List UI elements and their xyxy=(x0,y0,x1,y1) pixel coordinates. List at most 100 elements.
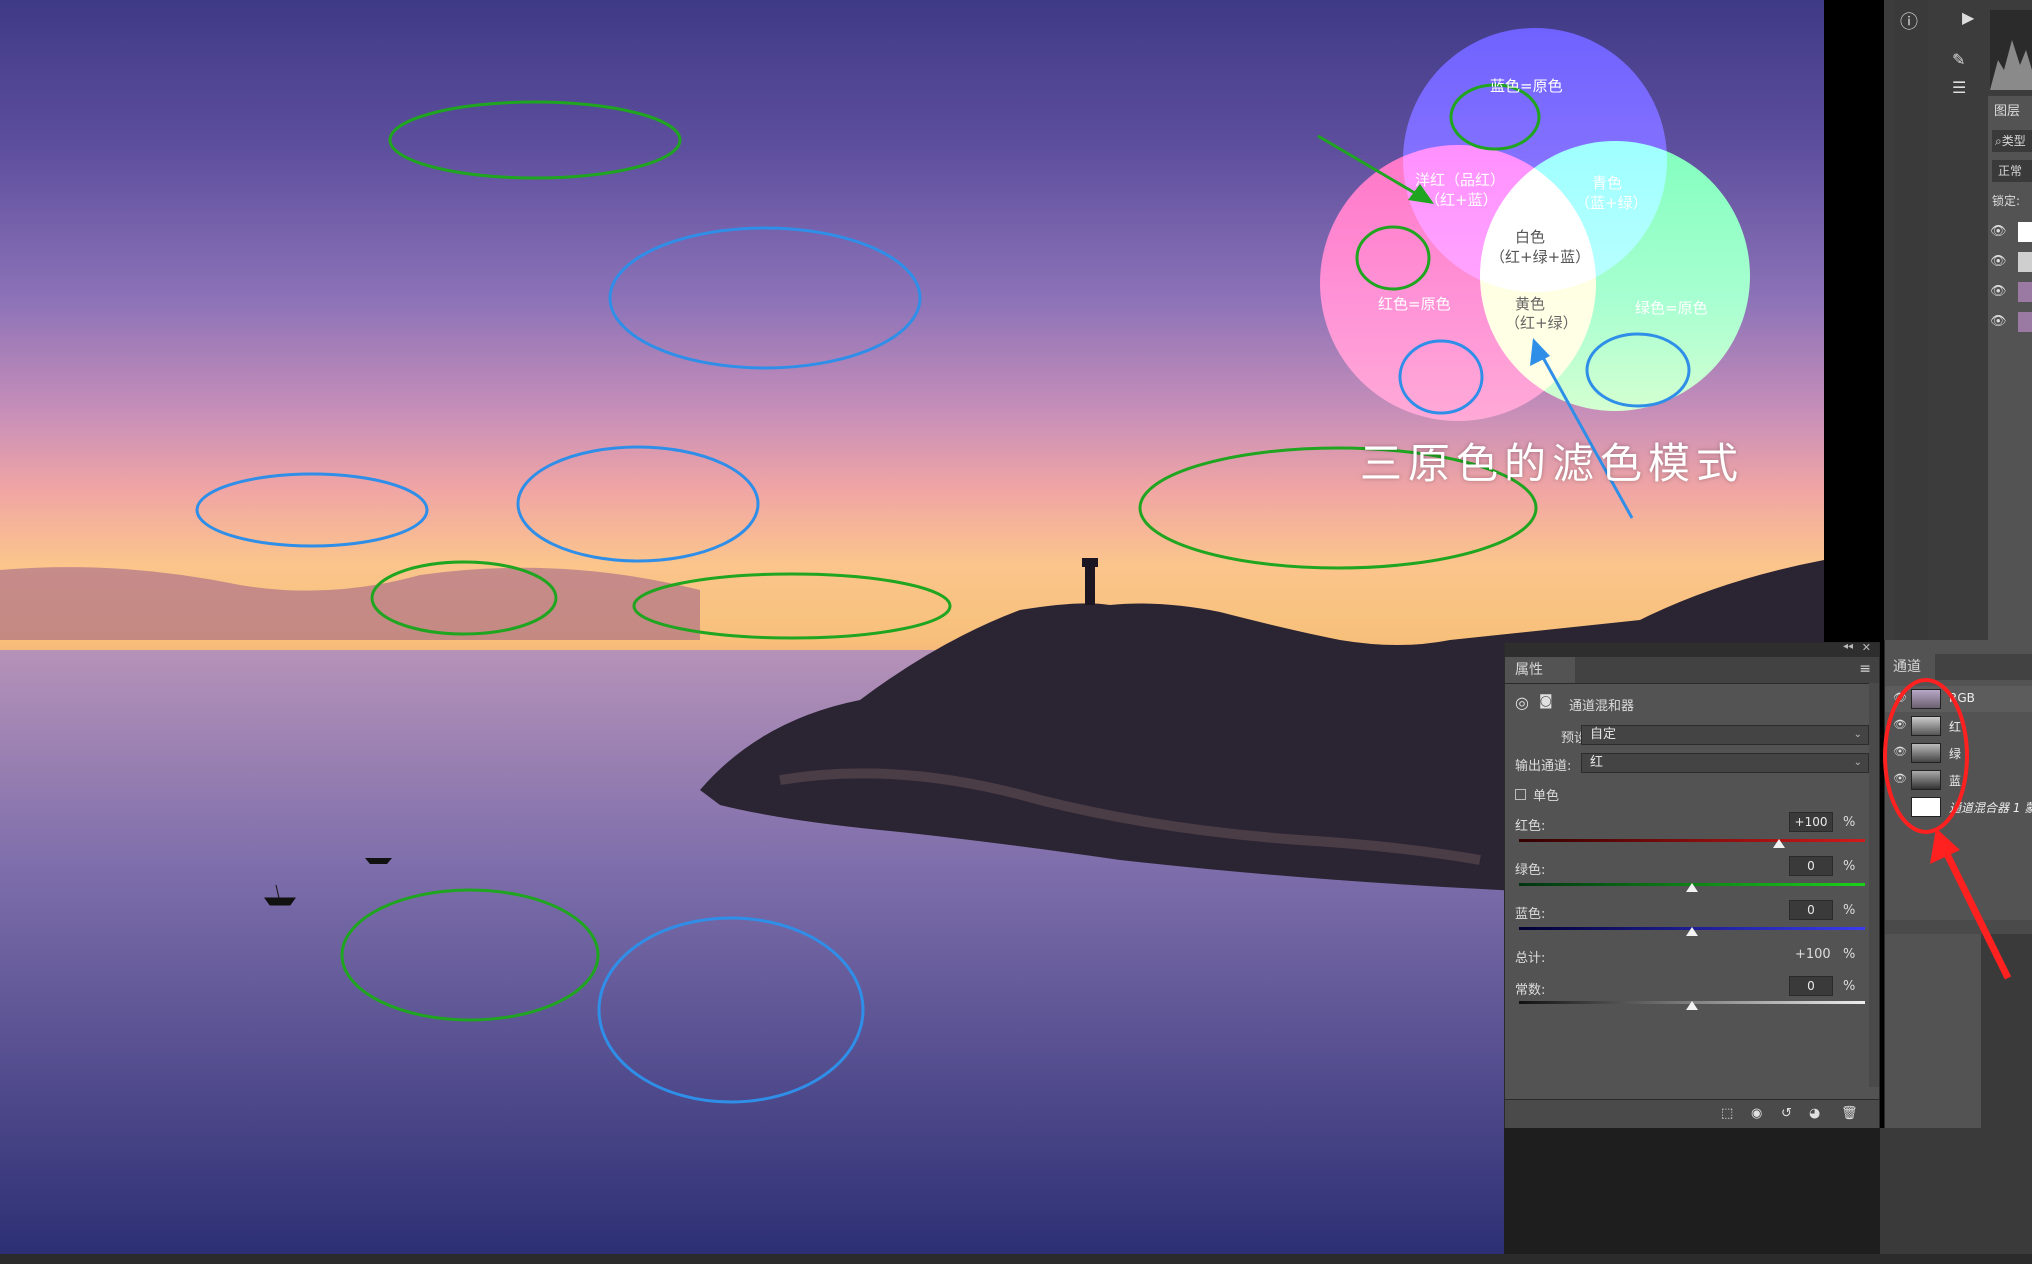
output-channel-label: 输出通道: xyxy=(1515,759,1572,774)
label-white: 白色 xyxy=(1515,228,1545,246)
label-magenta-mix: （红+蓝） xyxy=(1425,191,1498,209)
green-slider-thumb[interactable] xyxy=(1686,883,1698,892)
status-bar xyxy=(0,1254,2032,1264)
eye-icon[interactable]: 👁 xyxy=(1893,745,1907,758)
constant-slider-label: 常数: xyxy=(1515,983,1546,998)
percent-unit: % xyxy=(1843,859,1856,874)
properties-titlebar[interactable]: ◂◂ ✕ xyxy=(1505,641,1879,657)
channel-thumb xyxy=(1911,716,1941,736)
channel-name: 红 xyxy=(1949,720,1962,734)
lighthouse-top xyxy=(1082,558,1098,567)
label-yellow-mix: （红+绿） xyxy=(1505,314,1578,332)
label-blue: 蓝色=原色 xyxy=(1490,77,1563,95)
mask-icon[interactable]: ◙ xyxy=(1539,693,1553,709)
collapse-icon[interactable]: ◂◂ xyxy=(1843,641,1853,652)
channels-side-strip xyxy=(1981,934,2032,1128)
blue-ellipse xyxy=(516,445,760,563)
percent-unit: % xyxy=(1843,979,1856,994)
output-channel-select[interactable]: 红 ⌄ xyxy=(1581,753,1869,773)
green-slider-label: 绿色: xyxy=(1515,863,1546,878)
total-label: 总计: xyxy=(1515,951,1546,966)
preset-select[interactable]: 自定 ⌄ xyxy=(1581,725,1869,745)
workspace-background xyxy=(1880,1128,2032,1254)
eye-icon[interactable]: 👁 xyxy=(1893,718,1907,731)
layer-thumb[interactable] xyxy=(2018,222,2032,242)
adjust-sliders-icon[interactable]: ☰ xyxy=(1952,78,1966,97)
workspace-background xyxy=(1504,1128,1880,1254)
tab-layers[interactable]: 图层 xyxy=(1988,96,2032,122)
constant-value-field[interactable]: 0 xyxy=(1789,976,1833,996)
channel-thumb xyxy=(1911,743,1941,763)
properties-tabbar: 属性 ≡ xyxy=(1505,657,1879,684)
horizon-clouds xyxy=(0,567,700,640)
filter-kind-label: 类型 xyxy=(2001,134,2026,148)
tab-channels[interactable]: 通道 xyxy=(1885,654,1935,680)
output-channel-value: 红 xyxy=(1590,755,1604,770)
visibility-eye-icon[interactable]: ◕ xyxy=(1809,1106,1820,1121)
constant-slider-thumb[interactable] xyxy=(1686,1001,1698,1010)
label-white-mix: （红+绿+蓝） xyxy=(1490,248,1590,266)
eye-icon[interactable]: 👁 xyxy=(1990,284,2007,299)
channel-row-rgb[interactable]: 👁 RGB xyxy=(1885,686,2032,712)
blend-mode-select[interactable]: 正常 xyxy=(1992,160,2032,182)
eye-icon[interactable]: 👁 xyxy=(1990,314,2007,329)
blue-slider-thumb[interactable] xyxy=(1686,927,1698,936)
monochrome-checkbox[interactable] xyxy=(1515,789,1526,800)
channel-thumb xyxy=(1911,770,1941,790)
dock-icon-column xyxy=(1894,0,1928,640)
preset-value: 自定 xyxy=(1590,727,1617,742)
layers-tab-label: 图层 xyxy=(1994,104,2021,119)
view-previous-icon[interactable]: ◉ xyxy=(1751,1106,1762,1121)
channel-thumb xyxy=(1911,797,1941,817)
layer-filter[interactable]: ⌕类型 xyxy=(1992,130,2032,152)
channel-name: 蓝 xyxy=(1949,774,1962,788)
eye-icon[interactable]: 👁 xyxy=(1893,691,1907,704)
label-cyan: 青色 xyxy=(1592,174,1622,192)
clip-to-layer-icon[interactable]: ⬚ xyxy=(1721,1106,1733,1121)
properties-scrollbar[interactable] xyxy=(1869,683,1879,1087)
channels-tabbar: 通道 xyxy=(1885,654,2032,680)
close-icon[interactable]: ✕ xyxy=(1862,641,1871,654)
panel-menu-icon[interactable]: ≡ xyxy=(1859,661,1871,677)
reset-icon[interactable]: ↺ xyxy=(1781,1106,1792,1121)
info-icon[interactable]: ⓘ xyxy=(1900,8,1918,34)
channel-mixer-icon: ◎ xyxy=(1515,693,1529,712)
eye-icon[interactable]: 👁 xyxy=(1990,254,2007,269)
histogram-graph xyxy=(1990,40,2032,90)
trash-icon[interactable]: 🗑 xyxy=(1841,1106,1858,1121)
play-icon[interactable]: ▶ xyxy=(1962,8,1974,27)
layer-thumb[interactable] xyxy=(2018,282,2032,302)
layer-thumb[interactable] xyxy=(2018,252,2032,272)
layers-panel: ⌕类型 正常 锁定: 👁 👁 👁 👁 xyxy=(1988,122,2032,642)
label-yellow: 黄色 xyxy=(1515,295,1545,313)
eye-icon[interactable]: 👁 xyxy=(1990,224,2007,239)
channels-footer xyxy=(1885,920,2032,934)
blue-value-field[interactable]: 0 xyxy=(1789,900,1833,920)
red-value-field[interactable]: +100 xyxy=(1789,812,1833,832)
label-cyan-mix: （蓝+绿） xyxy=(1575,194,1648,212)
search-icon: ⌕ xyxy=(1995,134,2002,148)
eye-icon[interactable]: 👁 xyxy=(1893,772,1907,785)
label-green: 绿色=原色 xyxy=(1635,299,1708,317)
channel-row-red[interactable]: 👁 红 xyxy=(1885,713,2032,739)
channel-name: 绿 xyxy=(1949,747,1962,761)
properties-panel: ◂◂ ✕ 属性 ≡ ◎ ◙ 通道混和器 预设: 自定 ⌄ 输出通道: 红 ⌄ 单色 … xyxy=(1504,641,1880,1128)
channel-row-green[interactable]: 👁 绿 xyxy=(1885,740,2032,766)
diagram-caption: 三原色的滤色模式 xyxy=(1360,439,1745,488)
green-ellipse xyxy=(388,100,682,180)
tab-properties[interactable]: 属性 xyxy=(1505,657,1575,683)
label-red: 红色=原色 xyxy=(1378,295,1451,313)
properties-footer: ⬚ ◉ ↺ ◕ 🗑 xyxy=(1505,1099,1879,1128)
green-value-field[interactable]: 0 xyxy=(1789,856,1833,876)
channels-panel: 通道 👁 RGB 👁 红 👁 绿 👁 蓝 通道混合器 1 蒙版 xyxy=(1884,640,2032,1128)
layer-thumb[interactable] xyxy=(2018,312,2032,332)
red-slider-track[interactable] xyxy=(1519,839,1865,842)
channel-row-mask[interactable]: 通道混合器 1 蒙版 xyxy=(1885,794,2032,820)
adjustment-name: 通道混和器 xyxy=(1569,699,1635,714)
brush-icon[interactable]: ✎ xyxy=(1952,50,1965,69)
percent-unit: % xyxy=(1843,815,1856,830)
red-slider-thumb[interactable] xyxy=(1772,839,1785,848)
channel-name: 通道混合器 1 蒙版 xyxy=(1949,801,2032,815)
channel-row-blue[interactable]: 👁 蓝 xyxy=(1885,767,2032,793)
right-dock: ⓘ ▶ ✎ ☰ 图层 ⌕类型 正常 锁定: 👁 👁 👁 👁 xyxy=(1884,0,2032,642)
